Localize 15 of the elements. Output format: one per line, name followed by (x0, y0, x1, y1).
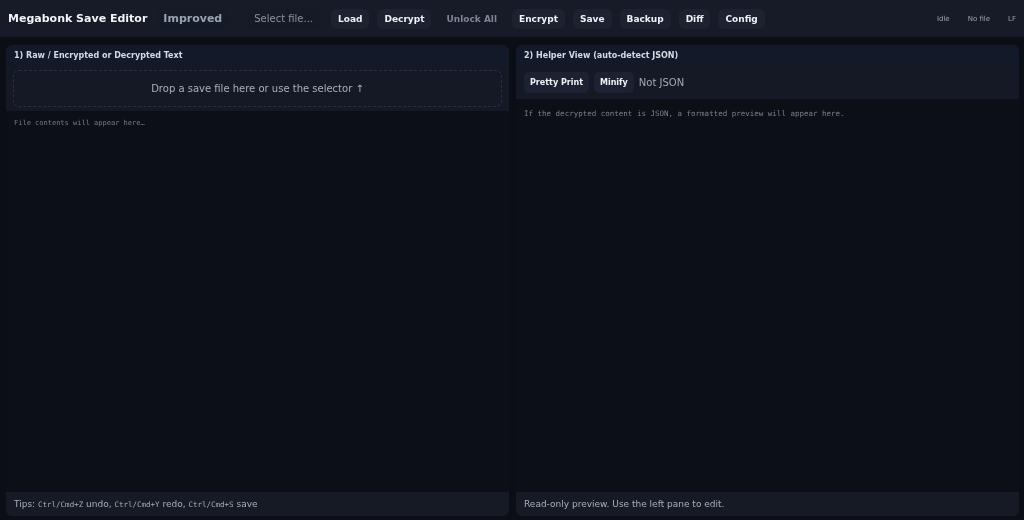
format-button[interactable]: Pretty Print (524, 72, 589, 93)
toolbar-button[interactable]: Decrypt (377, 8, 432, 29)
toolbar-button[interactable]: Save (573, 8, 612, 29)
toolbar-button[interactable]: Load (331, 8, 370, 29)
json-status: Not JSON (638, 77, 685, 88)
footer-text: Read-only preview. Use the left pane to edit. (524, 499, 725, 509)
pane-title: 2) Helper View (auto-detect JSON) (516, 45, 1019, 66)
toolbar-button[interactable]: Diff (678, 8, 711, 29)
toolbar-button[interactable]: Config (718, 8, 765, 29)
format-button[interactable]: Minify (593, 72, 634, 93)
toolbar-button[interactable]: Encrypt (512, 8, 565, 29)
pane-title: 1) Raw / Encrypted or Decrypted Text (6, 45, 509, 66)
app-title: Megabonk Save Editor (8, 12, 148, 25)
toolbar-button[interactable]: Backup (619, 8, 671, 29)
drop-zone[interactable]: Drop a save file here or use the selector ↑ (13, 70, 502, 107)
